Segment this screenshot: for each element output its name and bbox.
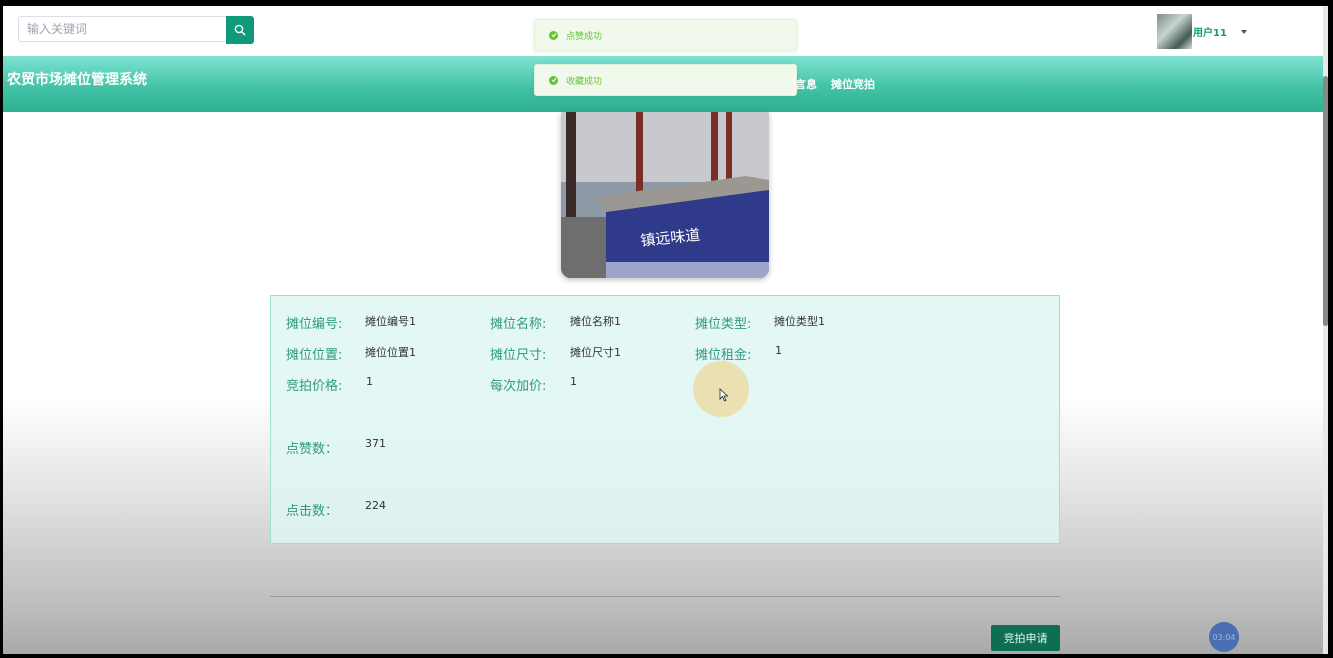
value-stall-size: 摊位尺寸1 [570, 346, 621, 359]
value-stall-number: 摊位编号1 [365, 315, 416, 328]
toast-message: 收藏成功 [566, 76, 603, 87]
value-likes: 371 [365, 437, 386, 450]
site-title[interactable]: 农贸市场摊位管理系统 [7, 69, 147, 89]
check-circle-icon [549, 30, 558, 40]
label-stall-number: 摊位编号: [286, 317, 343, 332]
auction-apply-button[interactable]: 竞拍申请 [991, 625, 1060, 651]
label-stall-name: 摊位名称: [490, 317, 547, 332]
scrollbar-thumb[interactable] [1323, 76, 1328, 326]
label-likes: 点赞数： [286, 442, 339, 457]
search-icon [234, 24, 246, 36]
nav-item-info[interactable]: 言息 [795, 76, 817, 92]
value-stall-rent: 1 [775, 344, 782, 357]
nav-item-stall-auction[interactable]: 摊位竞拍 [831, 76, 875, 92]
stall-details-panel: 摊位编号: 摊位编号1 摊位名称: 摊位名称1 摊位类型: 摊位类型1 摊位位置… [270, 295, 1060, 544]
value-auction-price: 1 [366, 375, 373, 388]
label-stall-type: 摊位类型: [695, 317, 752, 332]
label-stall-location: 摊位位置: [286, 348, 343, 363]
username[interactable]: 用户11 [1193, 24, 1227, 39]
scrollbar[interactable] [1323, 6, 1328, 654]
value-stall-name: 摊位名称1 [570, 315, 621, 328]
toast-favorite-success: 收藏成功 [534, 64, 797, 96]
toast-like-success: 点赞成功 [534, 19, 797, 51]
user-menu[interactable]: 用户11 [1157, 14, 1247, 49]
search-input[interactable] [18, 16, 226, 42]
search-button[interactable] [226, 16, 254, 44]
label-stall-size: 摊位尺寸: [490, 348, 547, 363]
stall-photo: 镇远味道 [561, 112, 769, 278]
label-bid-increment: 每次加价: [490, 379, 547, 394]
avatar[interactable] [1157, 14, 1192, 49]
toast-message: 点赞成功 [566, 31, 603, 42]
value-stall-location: 摊位位置1 [365, 346, 416, 359]
chevron-down-icon[interactable] [1240, 29, 1247, 34]
check-circle-icon [549, 75, 558, 85]
app-window: 用户11 农贸市场摊位管理系统 言息 摊位竞拍 点赞成功 收藏成功 [3, 6, 1328, 654]
value-bid-increment: 1 [570, 375, 577, 388]
label-auction-price: 竞拍价格: [286, 379, 343, 394]
value-stall-type: 摊位类型1 [774, 315, 825, 328]
mouse-cursor-icon [719, 388, 729, 402]
divider [270, 596, 1060, 597]
label-clicks: 点击数： [286, 504, 339, 519]
recording-timer: 03:04 [1209, 622, 1239, 652]
value-clicks: 224 [365, 499, 386, 512]
